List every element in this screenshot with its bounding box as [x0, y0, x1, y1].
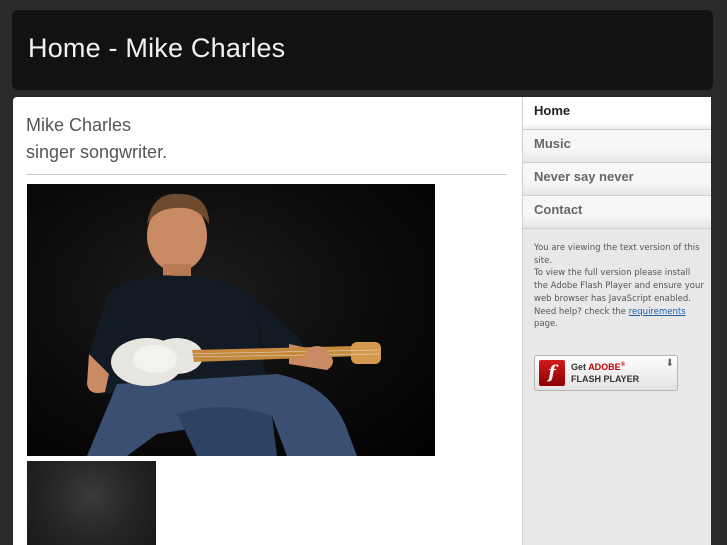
notice-line-3: Need help? check the requirements page. [534, 306, 704, 331]
flash-logo-icon: f [539, 360, 565, 386]
get-flash-player-button[interactable]: f Get ADOBE® FLASH PLAYER ⬇ [534, 355, 678, 391]
page-title: Home - Mike Charles [28, 33, 286, 63]
flash-get-text: Get [571, 362, 587, 372]
nav-item-home[interactable]: Home [523, 97, 711, 130]
artist-name: Mike Charles [26, 115, 132, 135]
nav-item-never-say-never[interactable]: Never say never [523, 163, 711, 196]
site-header: Home - Mike Charles [12, 10, 713, 90]
requirements-link[interactable]: requirements [629, 307, 686, 317]
notice-help-suffix: page. [534, 319, 558, 330]
nav-item-music[interactable]: Music [523, 130, 711, 163]
main-content: Mike Charles singer songwriter. [13, 97, 522, 545]
artist-photo [27, 184, 435, 456]
intro-text: Mike Charles singer songwriter. [26, 112, 167, 166]
nav-item-label: Home [534, 103, 571, 118]
notice-help-prefix: Need help? check the [534, 306, 629, 317]
nav-item-label: Music [534, 136, 571, 151]
nav-item-label: Contact [534, 202, 583, 217]
nav-item-label: Never say never [534, 169, 634, 184]
notice-line-1: You are viewing the text version of this… [534, 243, 700, 266]
artist-tagline: singer songwriter. [26, 142, 168, 162]
flash-get-label: Get ADOBE® [571, 362, 626, 372]
sidebar: Home Music Never say never Contact You a… [522, 97, 711, 545]
divider [26, 174, 507, 175]
gallery-thumbnail[interactable] [27, 461, 156, 545]
flash-adobe-text: ADOBE [588, 362, 621, 372]
flash-player-label: FLASH PLAYER [571, 374, 640, 384]
nav-item-contact[interactable]: Contact [523, 196, 711, 229]
download-arrow-icon: ⬇ [665, 358, 674, 369]
flash-notice: You are viewing the text version of this… [534, 242, 704, 331]
notice-line-2: To view the full version please install … [534, 268, 704, 304]
